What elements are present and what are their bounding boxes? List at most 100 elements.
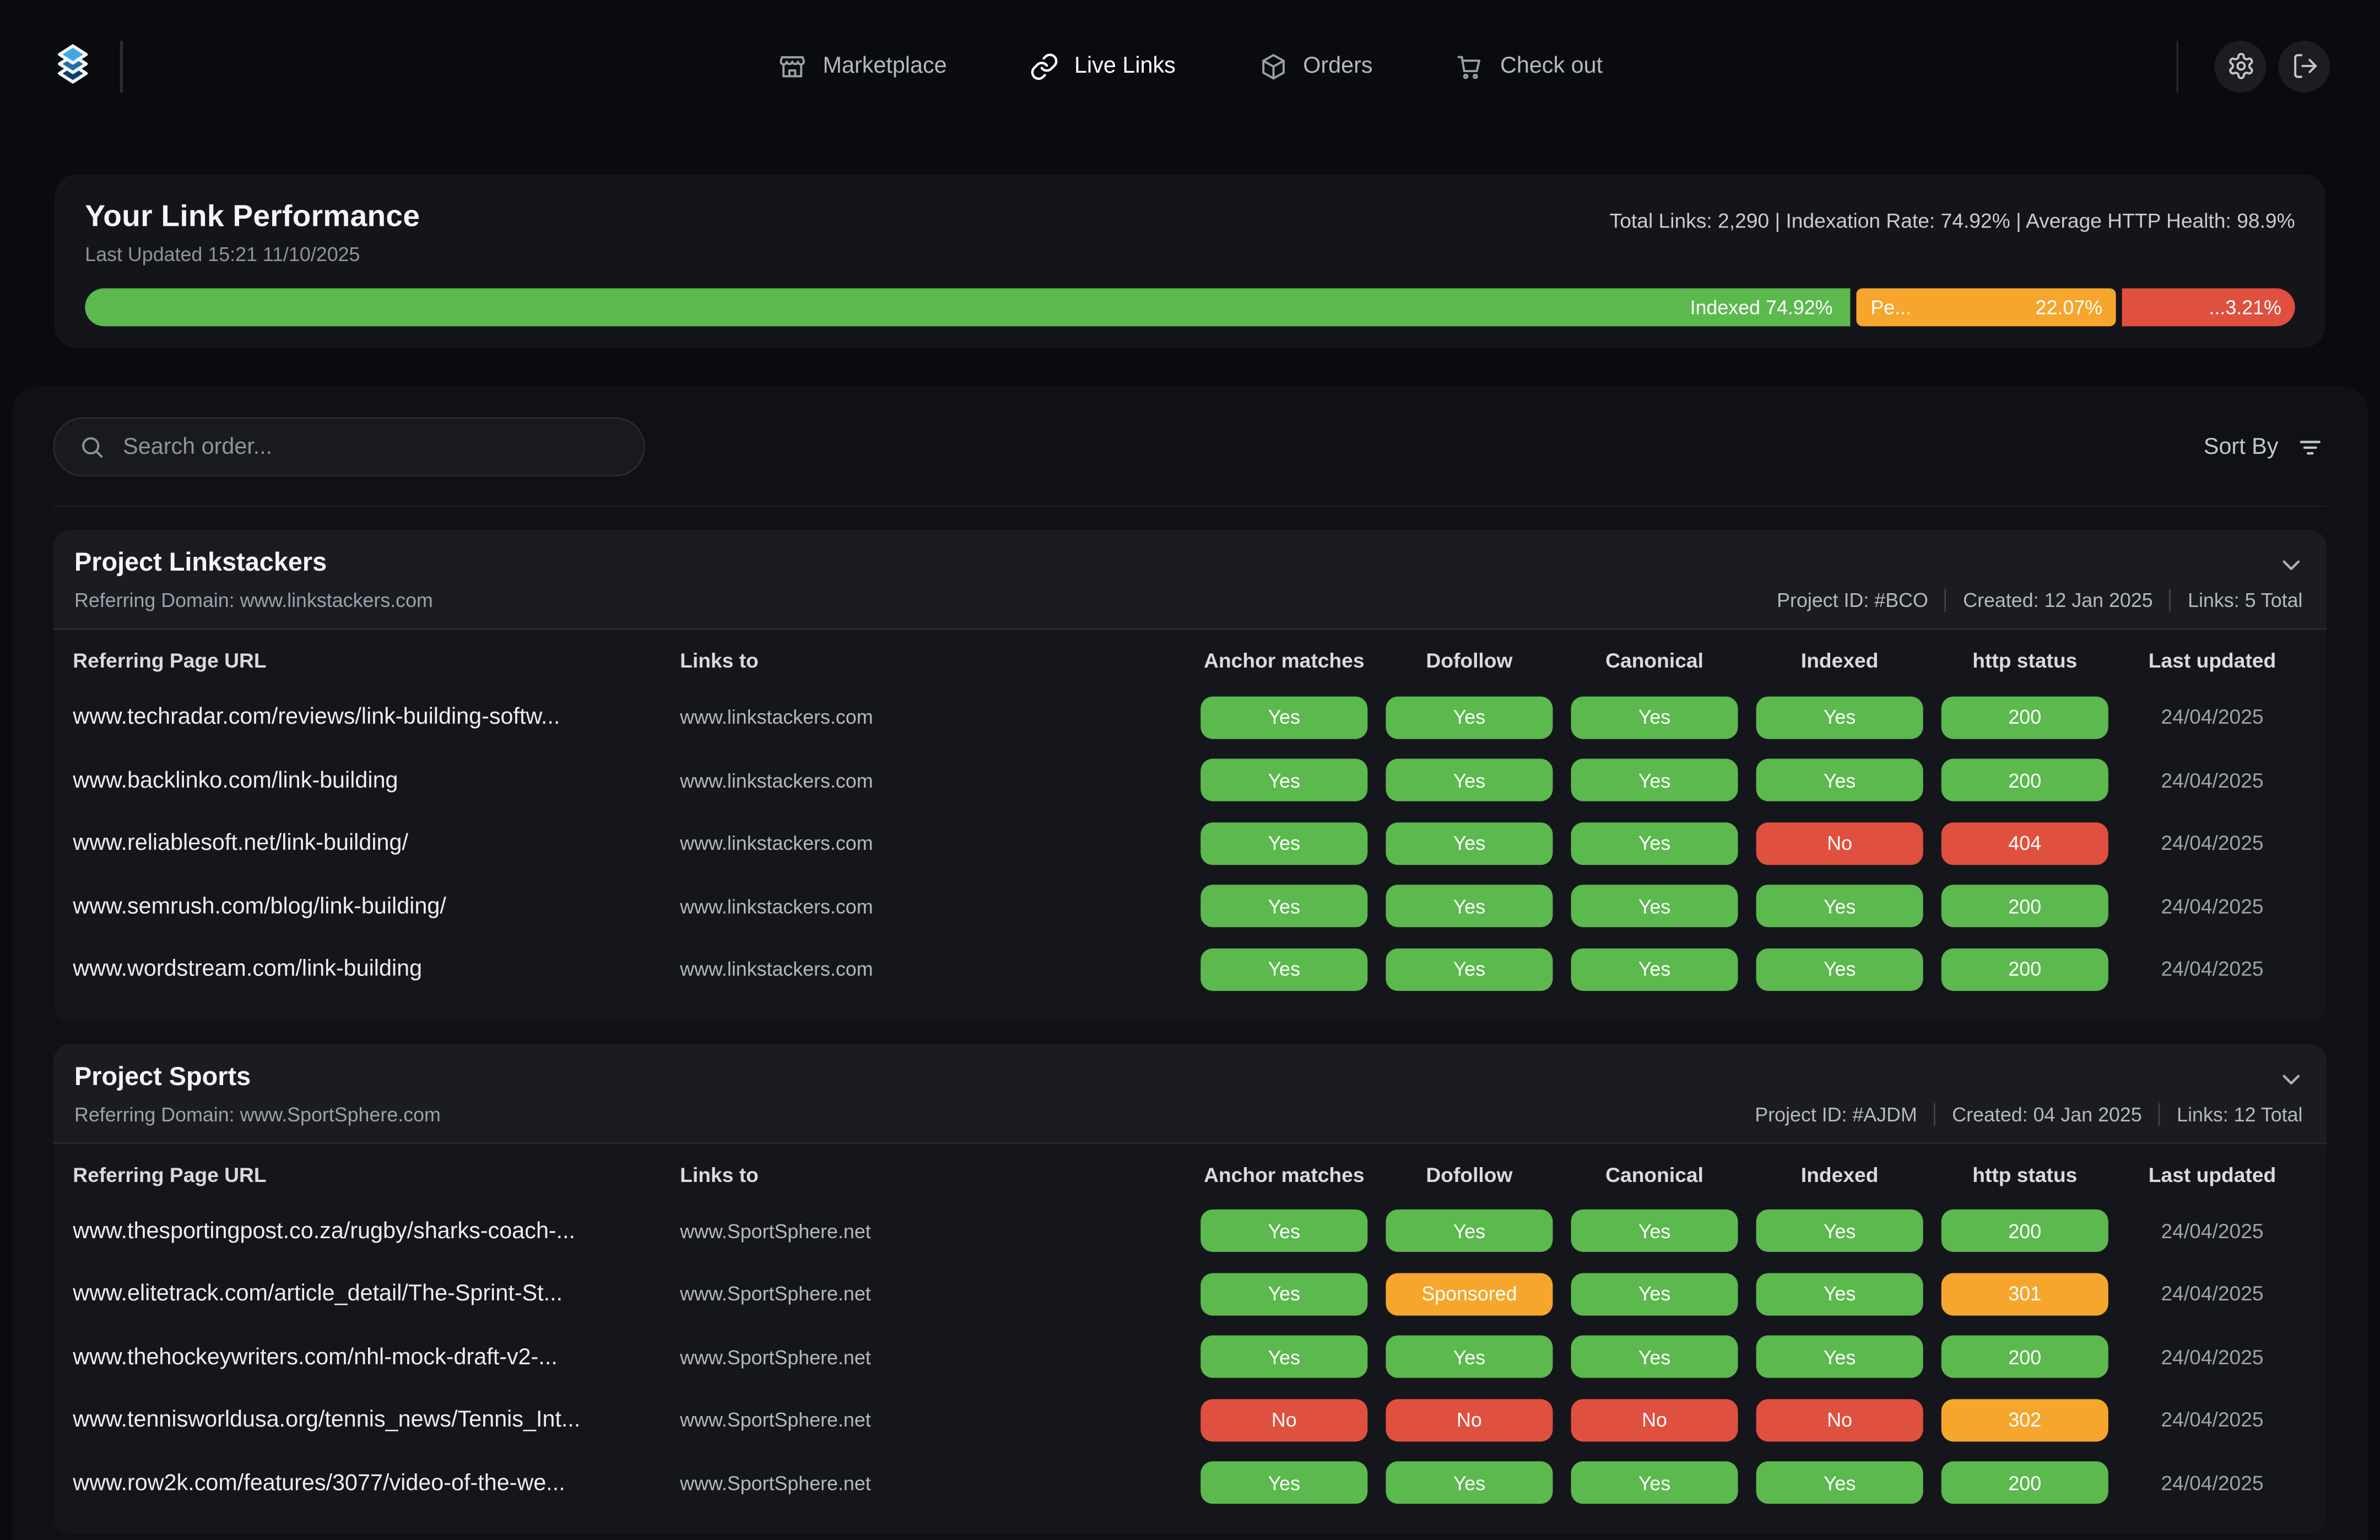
nav-label: Orders bbox=[1303, 53, 1372, 79]
http-status-badge: 302 bbox=[1941, 1399, 2108, 1441]
top-nav: Marketplace Live Links bbox=[0, 0, 2380, 132]
project-header[interactable]: Project Linkstackers Referring Domain: w… bbox=[53, 530, 2327, 630]
http-status-badge: 200 bbox=[1941, 759, 2108, 801]
anchor-matches-badge: Yes bbox=[1200, 948, 1367, 990]
error-segment-label: ...3.21% bbox=[2209, 296, 2281, 318]
search-input[interactable] bbox=[120, 432, 619, 461]
canonical-badge: Yes bbox=[1571, 1336, 1738, 1378]
indexed-badge: No bbox=[1756, 822, 1923, 865]
sort-by-button[interactable]: Sort By bbox=[2204, 433, 2327, 461]
chevron-down-icon[interactable] bbox=[2277, 551, 2306, 579]
canonical-badge: Yes bbox=[1571, 759, 1738, 801]
main-nav: Marketplace Live Links bbox=[0, 51, 2380, 81]
last-updated-cell: 24/04/2025 bbox=[2117, 1346, 2307, 1368]
settings-button[interactable] bbox=[2215, 40, 2267, 92]
dofollow-badge: Yes bbox=[1386, 885, 1553, 928]
app-logo[interactable] bbox=[50, 40, 96, 92]
referring-url-cell[interactable]: www.thehockeywriters.com/nhl-mock-draft-… bbox=[73, 1344, 680, 1370]
col-header-links-to: Links to bbox=[680, 1163, 1191, 1186]
referring-url-cell[interactable]: www.tennisworldusa.org/tennis_news/Tenni… bbox=[73, 1407, 680, 1433]
http-status-badge: 200 bbox=[1941, 948, 2108, 990]
project-title: Project Linkstackers bbox=[74, 548, 433, 578]
last-updated-text: Last Updated 15:21 11/10/2025 bbox=[85, 243, 420, 265]
canonical-badge: Yes bbox=[1571, 696, 1738, 739]
indexed-badge: Yes bbox=[1756, 759, 1923, 801]
links-to-cell: www.SportSphere.net bbox=[680, 1472, 1191, 1494]
last-updated-cell: 24/04/2025 bbox=[2117, 1283, 2307, 1305]
table-row: www.elitetrack.com/article_detail/The-Sp… bbox=[73, 1262, 2307, 1325]
referring-url-cell[interactable]: www.row2k.com/features/3077/video-of-the… bbox=[73, 1470, 680, 1496]
indexed-segment: Indexed 74.92% bbox=[85, 288, 1851, 326]
package-icon bbox=[1258, 51, 1288, 81]
performance-heading: Your Link Performance Last Updated 15:21… bbox=[85, 200, 420, 265]
last-updated-cell: 24/04/2025 bbox=[2117, 706, 2307, 729]
referring-domain-text: Referring Domain: www.SportSphere.com bbox=[74, 1103, 441, 1125]
indexed-badge: Yes bbox=[1756, 1336, 1923, 1378]
nav-item-check-out[interactable]: Check out bbox=[1454, 51, 1603, 81]
logout-button[interactable] bbox=[2278, 40, 2330, 92]
table-row: www.wordstream.com/link-building www.lin… bbox=[73, 938, 2307, 1001]
nav-label: Live Links bbox=[1074, 53, 1176, 79]
last-updated-cell: 24/04/2025 bbox=[2117, 1408, 2307, 1431]
nav-label: Marketplace bbox=[823, 53, 947, 79]
indexed-badge: Yes bbox=[1756, 885, 1923, 928]
nav-item-orders[interactable]: Orders bbox=[1258, 51, 1373, 81]
project-card-linkstackers: Project Linkstackers Referring Domain: w… bbox=[53, 530, 2327, 1021]
anchor-matches-badge: Yes bbox=[1200, 759, 1367, 801]
project-created-text: Created: 12 Jan 2025 bbox=[1945, 589, 2170, 611]
http-status-badge: 200 bbox=[1941, 885, 2108, 928]
dofollow-badge: Yes bbox=[1386, 1462, 1553, 1504]
nav-item-live-links[interactable]: Live Links bbox=[1029, 51, 1175, 81]
col-header-indexed: Indexed bbox=[1747, 649, 1932, 672]
last-updated-cell: 24/04/2025 bbox=[2117, 832, 2307, 854]
referring-url-cell[interactable]: www.reliablesoft.net/link-building/ bbox=[73, 831, 680, 856]
last-updated-cell: 24/04/2025 bbox=[2117, 1472, 2307, 1494]
referring-url-cell[interactable]: www.elitetrack.com/article_detail/The-Sp… bbox=[73, 1281, 680, 1307]
links-to-cell: www.linkstackers.com bbox=[680, 958, 1191, 980]
anchor-matches-badge: Yes bbox=[1200, 1336, 1367, 1378]
links-to-cell: www.SportSphere.net bbox=[680, 1219, 1191, 1242]
links-to-cell: www.SportSphere.net bbox=[680, 1283, 1191, 1305]
dofollow-badge: Yes bbox=[1386, 759, 1553, 801]
nav-divider-right bbox=[2176, 40, 2178, 92]
dofollow-badge: Sponsored bbox=[1386, 1273, 1553, 1315]
indexed-badge: Yes bbox=[1756, 1462, 1923, 1504]
col-header-anchor-matches: Anchor matches bbox=[1192, 1163, 1377, 1186]
chevron-down-icon[interactable] bbox=[2277, 1065, 2306, 1093]
col-header-canonical: Canonical bbox=[1562, 1163, 1747, 1186]
anchor-matches-badge: Yes bbox=[1200, 696, 1367, 739]
project-header[interactable]: Project Sports Referring Domain: www.Spo… bbox=[53, 1043, 2327, 1143]
pending-segment-name: Pe... bbox=[1870, 296, 1911, 318]
project-card-sports: Project Sports Referring Domain: www.Spo… bbox=[53, 1043, 2327, 1534]
table-row: www.reliablesoft.net/link-building/ www.… bbox=[73, 812, 2307, 875]
dofollow-badge: Yes bbox=[1386, 1336, 1553, 1378]
error-segment: ...3.21% bbox=[2122, 288, 2295, 326]
canonical-badge: Yes bbox=[1571, 885, 1738, 928]
links-to-cell: www.linkstackers.com bbox=[680, 769, 1191, 791]
nav-item-marketplace[interactable]: Marketplace bbox=[777, 51, 947, 81]
referring-url-cell[interactable]: www.backlinko.com/link-building bbox=[73, 767, 680, 793]
anchor-matches-badge: No bbox=[1200, 1399, 1367, 1441]
referring-url-cell[interactable]: www.techradar.com/reviews/link-building-… bbox=[73, 704, 680, 730]
search-box[interactable] bbox=[53, 417, 645, 476]
nav-actions bbox=[2151, 40, 2330, 92]
project-created-text: Created: 04 Jan 2025 bbox=[1934, 1103, 2159, 1125]
table-row: www.row2k.com/features/3077/video-of-the… bbox=[73, 1451, 2307, 1514]
indexed-segment-label: Indexed 74.92% bbox=[1690, 296, 1833, 318]
indexed-badge: Yes bbox=[1756, 1210, 1923, 1252]
referring-url-cell[interactable]: www.thesportingpost.co.za/rugby/sharks-c… bbox=[73, 1218, 680, 1244]
search-icon bbox=[79, 434, 105, 460]
anchor-matches-badge: Yes bbox=[1200, 885, 1367, 928]
referring-url-cell[interactable]: www.semrush.com/blog/link-building/ bbox=[73, 893, 680, 919]
storefront-icon bbox=[777, 51, 808, 81]
gear-icon bbox=[2226, 52, 2254, 80]
col-header-dofollow: Dofollow bbox=[1377, 649, 1562, 672]
sort-by-label: Sort By bbox=[2204, 434, 2279, 460]
referring-url-cell[interactable]: www.wordstream.com/link-building bbox=[73, 956, 680, 982]
toolbar: Sort By bbox=[53, 387, 2327, 507]
links-table: Referring Page URL Links to Anchor match… bbox=[53, 630, 2327, 1020]
col-header-anchor-matches: Anchor matches bbox=[1192, 649, 1377, 672]
last-updated-cell: 24/04/2025 bbox=[2117, 895, 2307, 918]
project-links-count-text: Links: 12 Total bbox=[2159, 1103, 2306, 1125]
project-title: Project Sports bbox=[74, 1061, 441, 1092]
